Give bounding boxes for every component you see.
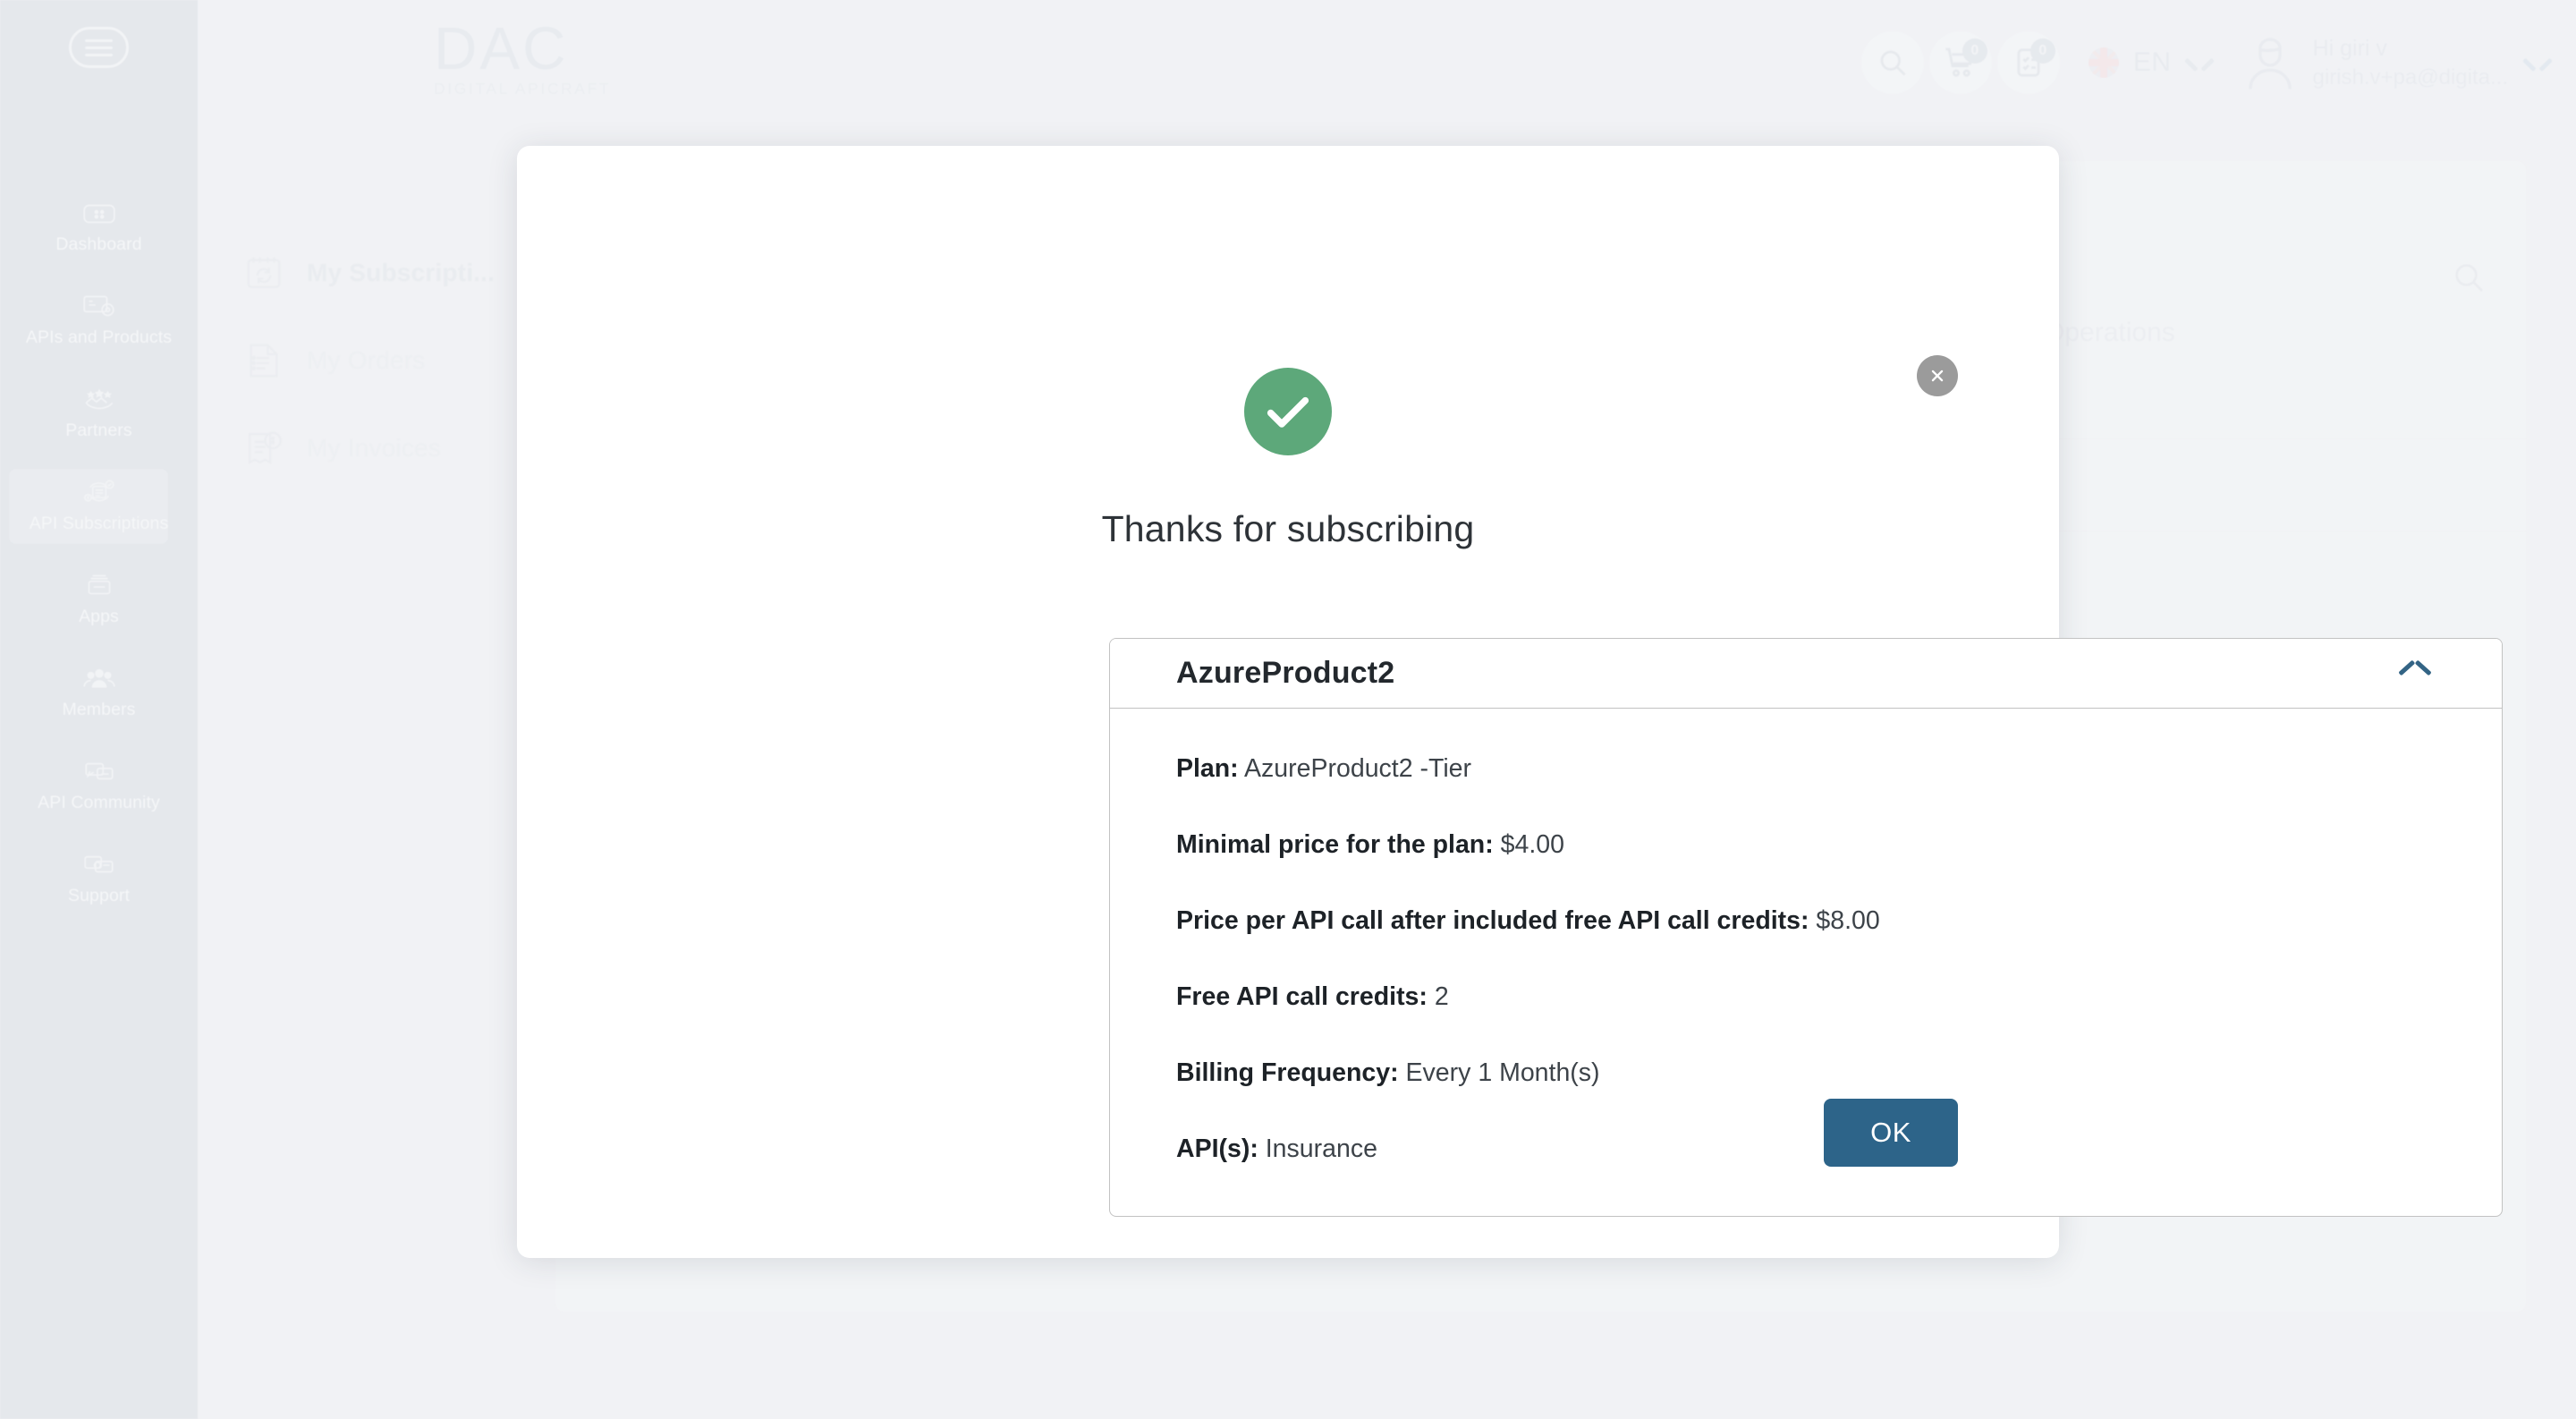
close-button[interactable] bbox=[1917, 355, 1958, 396]
detail-key: Plan: bbox=[1176, 754, 1239, 783]
detail-value: $8.00 bbox=[1816, 906, 1880, 935]
modal-footer: OK bbox=[517, 1099, 1958, 1167]
check-circle-icon bbox=[1244, 368, 1332, 455]
page-title: Thanks for subscribing bbox=[1101, 508, 1475, 549]
app-root: Dashboard APIs and Products Partners API… bbox=[0, 0, 2576, 1419]
detail-row: Free API call credits: 2 bbox=[1176, 980, 2436, 1014]
detail-key: Free API call credits: bbox=[1176, 982, 1428, 1011]
detail-row: Price per API call after included free A… bbox=[1176, 904, 2436, 938]
close-icon bbox=[1928, 366, 1947, 386]
detail-key: Minimal price for the plan: bbox=[1176, 830, 1494, 859]
detail-key: Price per API call after included free A… bbox=[1176, 906, 1809, 935]
detail-value: Every 1 Month(s) bbox=[1405, 1058, 1600, 1087]
detail-row: Plan: AzureProduct2 -Tier bbox=[1176, 752, 2436, 786]
subscription-success-modal: Thanks for subscribing AzureProduct2 Pla… bbox=[517, 146, 2503, 1258]
accordion-header[interactable]: AzureProduct2 bbox=[1110, 639, 2502, 709]
ok-button[interactable]: OK bbox=[1824, 1099, 1958, 1167]
detail-row: Billing Frequency: Every 1 Month(s) bbox=[1176, 1056, 2436, 1090]
detail-value: AzureProduct2 -Tier bbox=[1244, 754, 1472, 783]
detail-value: $4.00 bbox=[1500, 830, 1564, 859]
chevron-up-icon[interactable] bbox=[2400, 665, 2430, 683]
detail-key: Billing Frequency: bbox=[1176, 1058, 1399, 1087]
accordion-product-name: AzureProduct2 bbox=[1176, 656, 1395, 690]
detail-value: 2 bbox=[1434, 982, 1449, 1011]
detail-row: Minimal price for the plan: $4.00 bbox=[1176, 828, 2436, 862]
